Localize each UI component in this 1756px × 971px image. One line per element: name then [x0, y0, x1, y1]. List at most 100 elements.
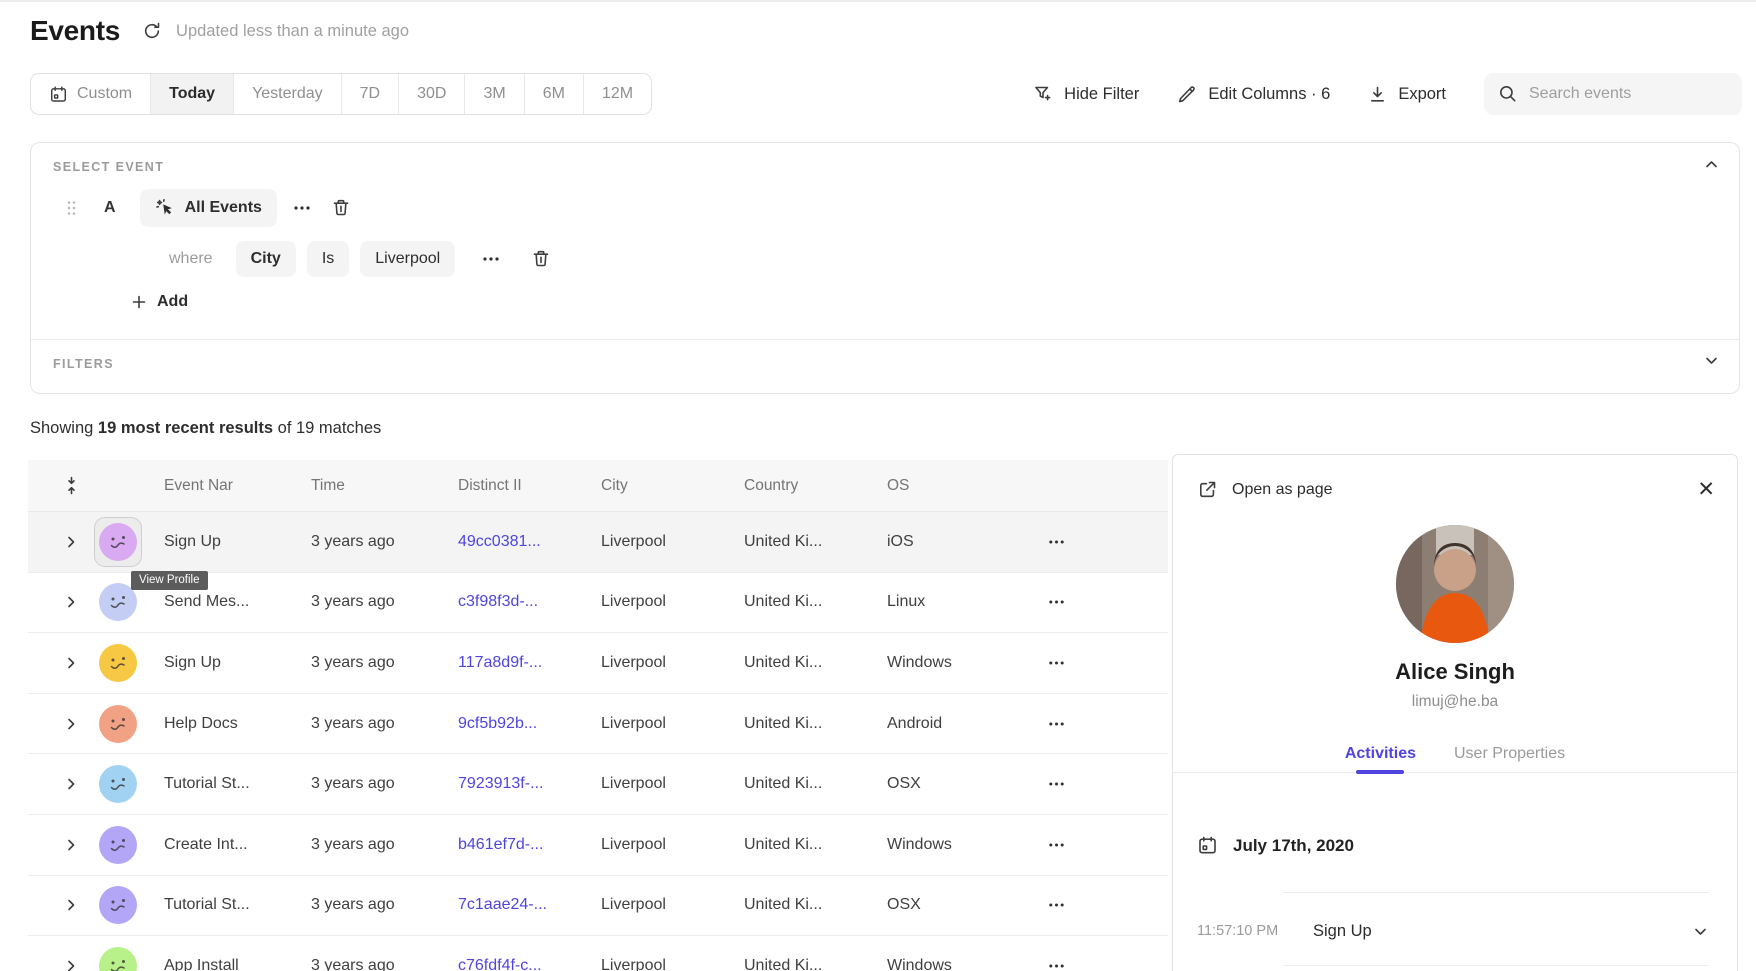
distinct-id-link[interactable]: 7923913f-... — [458, 775, 601, 793]
row-more-icon[interactable] — [1032, 599, 1065, 605]
expand-row-icon[interactable] — [58, 837, 84, 853]
table-row[interactable]: App Install 3 years ago c76fdf4f-c... Li… — [28, 936, 1168, 971]
city-cell: Liverpool — [601, 896, 744, 914]
date-range-label: 30D — [417, 85, 446, 103]
date-range-option[interactable]: Today — [151, 74, 234, 114]
distinct-id-link[interactable]: 7c1aae24-... — [458, 896, 601, 914]
event-more-icon[interactable] — [277, 205, 327, 211]
row-more-icon[interactable] — [1032, 902, 1065, 908]
all-events-chip[interactable]: All Events — [140, 189, 277, 227]
user-avatar[interactable] — [99, 947, 137, 971]
user-avatar[interactable] — [99, 765, 137, 803]
edit-columns-label: Edit Columns · 6 — [1208, 85, 1330, 104]
column-header[interactable]: Event Nar — [164, 477, 311, 495]
row-more-icon[interactable] — [1032, 842, 1065, 848]
event-trash-icon[interactable] — [327, 198, 355, 218]
date-range-option[interactable]: 12M — [584, 74, 651, 114]
distinct-id-link[interactable]: c3f98f3d-... — [458, 593, 601, 611]
user-avatar[interactable] — [99, 886, 137, 924]
expand-row-icon[interactable] — [58, 655, 84, 671]
table-row[interactable]: Sign Up 3 years ago 49cc0381... Liverpoo… — [28, 512, 1168, 573]
add-button[interactable]: Add — [131, 293, 188, 311]
column-header[interactable]: Time — [311, 477, 458, 495]
expand-row-icon[interactable] — [58, 897, 84, 913]
event-name-cell: Sign Up — [164, 533, 311, 551]
export-button[interactable]: Export — [1368, 85, 1446, 104]
expand-row-icon[interactable] — [58, 958, 84, 971]
property-label: City — [251, 250, 281, 268]
event-query-row: A All Events — [53, 187, 355, 229]
hide-filter-button[interactable]: Hide Filter — [1033, 84, 1139, 104]
column-header[interactable]: City — [601, 477, 744, 495]
refresh-icon[interactable] — [142, 21, 162, 41]
search-input[interactable] — [1529, 85, 1728, 103]
user-avatar[interactable] — [99, 826, 137, 864]
edit-columns-button[interactable]: Edit Columns · 6 — [1177, 84, 1330, 104]
user-avatar[interactable] — [99, 644, 137, 682]
activity-divider — [1283, 965, 1709, 966]
events-table: Event NarTimeDistinct IICityCountryOS Si… — [28, 460, 1168, 971]
event-name-cell: Tutorial St... — [164, 896, 311, 914]
date-range-option[interactable]: Yesterday — [234, 74, 342, 114]
close-icon[interactable]: ✕ — [1697, 479, 1715, 500]
chevron-down-icon[interactable] — [1692, 923, 1709, 940]
distinct-id-link[interactable]: 49cc0381... — [458, 533, 601, 551]
table-row[interactable]: Sign Up 3 years ago 117a8d9f-... Liverpo… — [28, 633, 1168, 694]
row-more-icon[interactable] — [1032, 660, 1065, 666]
time-cell: 3 years ago — [311, 775, 458, 793]
row-more-icon[interactable] — [1032, 721, 1065, 727]
chevron-down-icon[interactable] — [1702, 351, 1721, 370]
distinct-id-link[interactable]: c76fdf4f-c... — [458, 957, 601, 971]
distinct-id-link[interactable]: 9cf5b92b... — [458, 715, 601, 733]
date-range-option[interactable]: Custom — [31, 74, 151, 114]
date-range-option[interactable]: 30D — [399, 74, 465, 114]
filters-divider — [31, 339, 1739, 340]
panel-tab[interactable]: Activities — [1345, 745, 1416, 772]
table-row[interactable]: Create Int... 3 years ago b461ef7d-... L… — [28, 815, 1168, 876]
filter-more-icon[interactable] — [466, 256, 516, 262]
value-chip[interactable]: Liverpool — [360, 241, 455, 277]
panel-header: Open as page ✕ — [1197, 479, 1715, 500]
open-as-page-label: Open as page — [1232, 481, 1333, 499]
collapse-rows-icon[interactable] — [58, 476, 84, 495]
city-cell: Liverpool — [601, 654, 744, 672]
drag-handle-icon[interactable] — [67, 200, 76, 216]
column-header[interactable]: OS — [887, 477, 1032, 495]
search-box[interactable] — [1484, 73, 1742, 115]
operator-chip[interactable]: Is — [307, 241, 349, 277]
event-name-cell: Help Docs — [164, 715, 311, 733]
select-event-label: SELECT EVENT — [53, 160, 164, 174]
date-range-option[interactable]: 3M — [465, 74, 524, 114]
date-range-option[interactable]: 6M — [525, 74, 584, 114]
activity-event-row[interactable]: 11:57:10 PM Sign Up — [1197, 905, 1709, 957]
distinct-id-link[interactable]: 117a8d9f-... — [458, 654, 601, 672]
operator-label: Is — [322, 250, 334, 268]
open-as-page-button[interactable]: Open as page — [1197, 479, 1333, 500]
table-row[interactable]: Tutorial St... 3 years ago 7923913f-... … — [28, 754, 1168, 815]
column-header[interactable]: Country — [744, 477, 887, 495]
filter-trash-icon[interactable] — [527, 249, 555, 269]
distinct-id-link[interactable]: b461ef7d-... — [458, 836, 601, 854]
event-name-cell: Send Mes... — [164, 593, 311, 611]
country-cell: United Ki... — [744, 957, 887, 971]
title-bar: Events Updated less than a minute ago — [30, 15, 409, 47]
date-range-option[interactable]: 7D — [342, 74, 399, 114]
activity-date: July 17th, 2020 — [1233, 836, 1354, 856]
country-cell: United Ki... — [744, 715, 887, 733]
expand-row-icon[interactable] — [58, 776, 84, 792]
chevron-up-icon[interactable] — [1702, 155, 1721, 174]
table-row[interactable]: Help Docs 3 years ago 9cf5b92b... Liverp… — [28, 694, 1168, 755]
user-avatar[interactable] — [99, 705, 137, 743]
column-header[interactable]: Distinct II — [458, 477, 601, 495]
row-more-icon[interactable] — [1032, 539, 1065, 545]
expand-row-icon[interactable] — [58, 534, 84, 550]
expand-row-icon[interactable] — [58, 716, 84, 732]
table-row[interactable]: Tutorial St... 3 years ago 7c1aae24-... … — [28, 876, 1168, 937]
row-more-icon[interactable] — [1032, 963, 1065, 969]
user-avatar[interactable] — [99, 523, 137, 561]
row-more-icon[interactable] — [1032, 781, 1065, 787]
property-chip[interactable]: City — [236, 241, 296, 277]
panel-tab[interactable]: User Properties — [1454, 745, 1565, 772]
event-name-cell: Tutorial St... — [164, 775, 311, 793]
expand-row-icon[interactable] — [58, 594, 84, 610]
